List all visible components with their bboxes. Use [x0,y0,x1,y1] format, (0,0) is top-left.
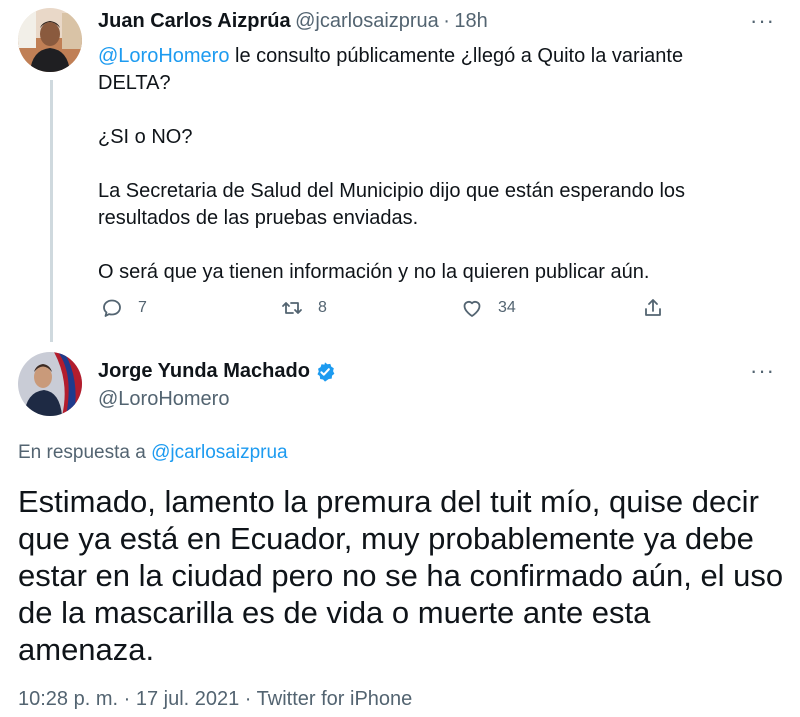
tweet2-line: de la mascarilla es de vida o muerte ant… [18,595,651,630]
tweet1-para4: O será que ya tienen información y no la… [98,261,650,283]
reply-count: 7 [138,299,147,316]
author-name[interactable]: Juan Carlos Aizprúa [98,10,291,32]
tweet2-line: estar en la ciudad pero no se ha confirm… [18,558,784,593]
tweet1-para2: ¿SI o NO? [98,126,193,148]
tweet2-name-row: Jorge Yunda Machado [98,360,336,383]
retweet-count: 8 [318,299,327,316]
tweet2-line: Estimado, lamento la premura del tuit mí… [18,484,759,519]
tweet1-line1-text: le consulto públicamente ¿llegó a Quito … [229,45,684,67]
reply-to-link[interactable]: @jcarlosaizprua [151,442,288,463]
retweet-icon [282,302,302,314]
tweet1-para3-line1: La Secretaria de Salud del Municipio dij… [98,180,686,202]
reply-button[interactable]: 7 [100,296,147,320]
tweet1-line2: DELTA? [98,72,171,94]
avatar-juan-carlos[interactable] [18,8,82,72]
author-name[interactable]: Jorge Yunda Machado [98,360,310,383]
author-handle[interactable]: @jcarlosaizprua [295,10,439,32]
avatar-photo-icon [18,352,82,416]
author-handle[interactable]: @LoroHomero [98,388,229,411]
retweet-button[interactable]: 8 [280,296,327,320]
separator-dot: · [443,10,450,32]
avatar-photo-icon [18,8,82,72]
like-count: 34 [498,299,516,316]
mention-link[interactable]: @LoroHomero [98,45,229,67]
tweet-time[interactable]: 18h [454,10,487,32]
tweet-timestamp[interactable]: 10:28 p. m. · 17 jul. 2021 · Twitter for… [18,688,412,711]
reply-prefix: En respuesta a [18,442,146,463]
reply-icon [103,299,121,317]
thread-connector-line [50,80,53,342]
avatar-jorge-yunda[interactable] [18,352,82,416]
heart-icon [463,300,481,317]
share-button[interactable] [641,296,679,320]
tweet2-body: Estimado, lamento la premura del tuit mí… [18,483,788,668]
tweet1-para3-line2: resultados de las pruebas enviadas. [98,207,419,229]
verified-badge-icon [317,361,335,382]
tweet1-line1: @LoroHomero le consulto públicamente ¿ll… [98,43,778,70]
reply-context: En respuesta a @jcarlosaizprua [18,442,288,464]
like-button[interactable]: 34 [460,296,516,320]
tweet1-header: Juan Carlos Aizprúa @jcarlosaizprua · 18… [98,10,488,33]
more-options-button[interactable]: ··· [750,8,775,34]
more-options-button[interactable]: ··· [750,358,775,384]
tweet2-line: amenaza. [18,632,155,667]
tweet1-body: @LoroHomero le consulto públicamente ¿ll… [98,43,778,286]
tweet2-line: que ya está en Ecuador, muy probablement… [18,521,754,556]
share-icon [645,299,661,316]
